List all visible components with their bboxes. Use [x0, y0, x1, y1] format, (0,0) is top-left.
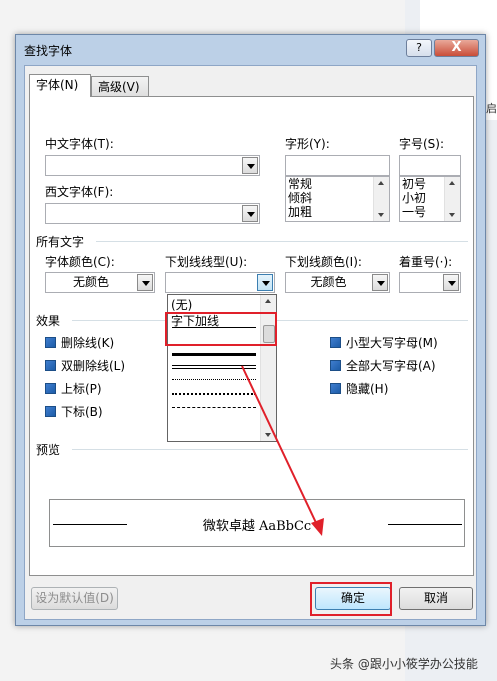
annotation-arrow-icon [241, 365, 324, 536]
watermark: 头条 @跟小小筱学办公技能 [330, 657, 478, 671]
